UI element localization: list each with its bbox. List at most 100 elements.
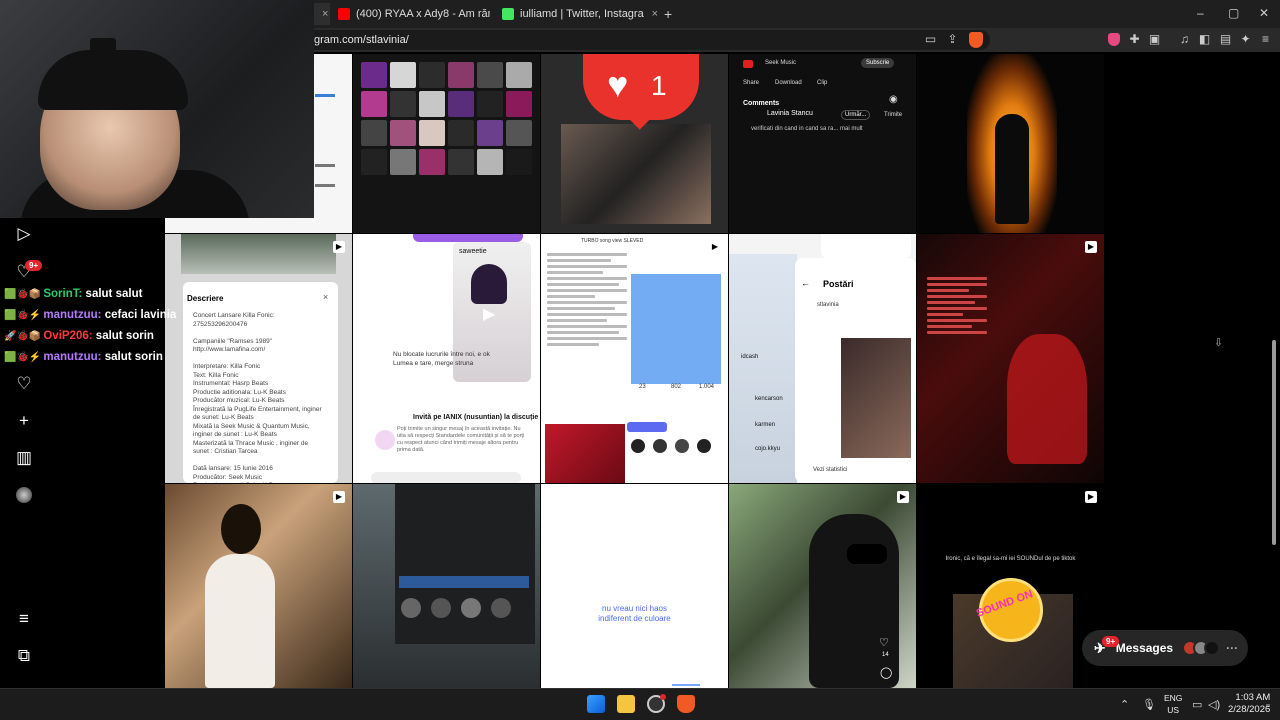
post-row3-4[interactable]: ▶ ♡ 14 ◯ [729,484,916,688]
brave-shield-icon[interactable] [969,32,983,48]
close-window-button[interactable]: ✕ [1259,6,1269,20]
also-from-meta-icon[interactable]: ⧉ [14,646,34,666]
chat-text: salut salut [85,288,143,300]
chat-badges: 🚀🐞📦 [4,331,42,342]
notification-center-icon[interactable]: ▫ [1266,700,1270,712]
youtube-icon [338,8,350,20]
account-name: cojo.kkyu [755,446,781,452]
document-header: TURBO song view SLEVED [581,238,644,244]
chat-message: 🚀🐞📦 OviP206: salut sorin [4,330,154,342]
panel-title: Descriere [187,294,224,303]
play-icon[interactable]: ▶ [483,304,495,324]
account-name: kencarson [755,396,783,402]
post-row1-2[interactable] [353,54,540,233]
file-explorer-icon[interactable] [617,695,635,713]
new-tab-button[interactable]: + [664,6,672,22]
profile-avatar[interactable] [16,487,32,503]
statistics-link[interactable]: Vezi statistici [813,467,847,473]
username: saweetie [459,248,487,255]
brave-browser-icon[interactable] [677,695,695,713]
tab-close-icon[interactable]: × [652,8,658,20]
tab-close-icon[interactable]: × [322,8,328,20]
chat-badges: 🟩🐞⚡ [4,310,42,321]
video-icon: ▶ [333,241,345,253]
back-arrow-icon[interactable]: ← [801,278,810,288]
video-icon: ▶ [897,491,909,503]
chat-username: SorinT: [43,288,83,300]
comment-text: verificati din cand in cand sa ra... mai… [751,126,863,132]
post-row1-4[interactable]: Seek Music Subscrie Share Download Clip … [729,54,916,233]
send-label: Trimite [884,112,903,118]
clock-date: 2/28/2026 [1228,704,1271,715]
taskbar [0,688,1280,720]
wallet-icon[interactable]: ▤ [1219,33,1232,46]
volume-icon[interactable]: ◁) [1208,698,1220,711]
extensions-icon[interactable]: ✚ [1128,33,1141,46]
chat-message: 🟩🐞⚡ manutzuu: salut sorin [4,351,163,363]
language-code: ENG [1164,693,1183,703]
post-row3-5[interactable]: ▶ Ironic, că e îlegal sa-mi iei SOUNDul … [917,484,1104,688]
music-icon[interactable]: ♫ [1178,33,1191,46]
whatsapp-icon[interactable]: ◉ [889,94,898,105]
heart-icon[interactable]: ♡ [14,374,34,394]
invite-title: Invită pe IANIX (nusuntian) la discuție [413,414,539,421]
chat-message: 🟩🐞📦 SorinT: salut salut [4,288,142,300]
show-hidden-icons[interactable]: ⌃ [1120,698,1129,711]
tab-linktree[interactable]: iulliamd | Twitter, Instagram | Linktree… [502,3,658,25]
post-row2-1[interactable]: ▶ Descriere × Concert Lansare Killa Foni… [165,234,352,483]
language-indicator[interactable]: ENG US [1164,692,1182,716]
minimize-button[interactable]: – [1197,6,1204,20]
restore-button[interactable]: ▢ [1228,6,1239,20]
comment-icon[interactable]: ◯ [880,666,892,679]
messages-button[interactable]: ✈ 9+ Messages ··· [1082,630,1248,666]
reels-icon[interactable]: ▷ [14,224,34,244]
url-text[interactable]: gram.com/stlavinia/ [314,34,409,46]
more-menu-icon[interactable]: ≡ [14,609,34,629]
messages-badge: 9+ [1102,636,1120,647]
channel-name: Seek Music [765,60,797,66]
more-icon[interactable]: ··· [1226,641,1238,655]
chat-username: manutzuu: [43,351,102,363]
follow-button[interactable]: Urmăr... [841,110,871,120]
download-button[interactable]: Download [775,80,802,86]
cast-icon[interactable]: ▭ [924,33,937,46]
brave-rewards-icon[interactable] [1108,33,1120,46]
create-icon[interactable]: + [14,411,34,431]
network-icon[interactable]: ▭ [1192,698,1202,711]
share-icon[interactable]: ⇪ [946,33,959,46]
dashboard-icon[interactable]: ▥ [14,448,34,468]
share-button[interactable]: Share [743,80,759,86]
download-icon[interactable]: ⇩ [1214,336,1223,349]
menu-icon[interactable]: ≡ [1259,33,1272,46]
post-row1-5[interactable] [917,54,1104,233]
post-row1-3[interactable]: ♥ 1 [541,54,728,233]
obs-recording-dot [660,694,666,700]
scrollbar-thumb[interactable] [1272,340,1276,545]
avatar [1204,640,1221,656]
leo-ai-icon[interactable]: ✦ [1239,33,1252,46]
close-icon[interactable]: × [323,292,328,302]
system-clock[interactable]: 1:03 AM 2/28/2026 [1228,692,1270,716]
video-icon: ▶ [333,491,345,503]
post-row3-2[interactable]: ▶ [353,484,540,688]
post-row2-2[interactable]: saweetie ▶ Nu blocate lucrurile între no… [353,234,540,483]
like-heart-icon[interactable]: ♡ [879,636,889,649]
microphone-icon[interactable]: 🎙 [1142,698,1156,711]
post-row3-1[interactable]: ▶ [165,484,352,688]
tab-youtube[interactable]: (400) RYAA x Ady8 - Am rămas | Offic [338,3,490,25]
post-row2-3[interactable]: ▶ TURBO song view SLEVED 23 802 1.004 [541,234,728,483]
split-view-icon[interactable]: ◧ [1198,33,1211,46]
sidebar-toggle-icon[interactable]: ▣ [1148,33,1161,46]
post-row2-5[interactable]: ▶ [917,234,1104,483]
chat-username: manutzuu: [43,309,102,321]
clip-button[interactable]: Clip [817,80,827,86]
invite-icon [375,430,395,450]
linktree-icon [502,8,514,20]
heart-icon: ♥ [607,64,629,105]
commenter-name: Lavinia Stancu [767,110,813,117]
windows-start-icon[interactable] [587,695,605,713]
subscribe-button[interactable]: Subscrie [861,58,895,68]
post-row2-4[interactable]: ← Postări stlavinia idcash kencarson kar… [729,234,916,483]
message-input[interactable] [371,472,521,483]
post-row3-3[interactable]: nu vreau nici haos indiferent de culoare [541,484,728,688]
